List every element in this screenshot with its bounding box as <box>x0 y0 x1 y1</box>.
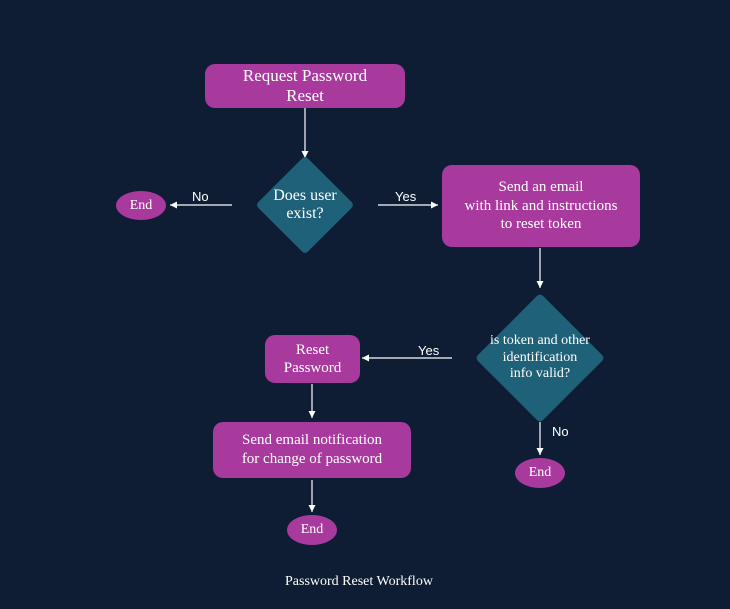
node-text: Request Password Reset <box>223 66 387 106</box>
node-token-valid: is token and other identification info v… <box>494 312 586 404</box>
node-user-exist: Does user exist? <box>270 170 340 240</box>
node-text: Send email notification for change of pa… <box>242 431 382 469</box>
node-text: End <box>301 522 324 538</box>
node-reset-password: Reset Password <box>265 335 360 383</box>
node-send-notification: Send email notification for change of pa… <box>213 422 411 478</box>
node-send-email: Send an email with link and instructions… <box>442 165 640 247</box>
node-text: End <box>529 465 552 481</box>
edge-label-no-1: No <box>192 189 209 204</box>
node-text: is token and other identification info v… <box>490 333 590 383</box>
node-request-reset: Request Password Reset <box>205 64 405 108</box>
edge-label-yes-1: Yes <box>395 189 416 204</box>
node-text: Reset Password <box>284 341 342 377</box>
node-text: Does user exist? <box>273 187 337 224</box>
node-text: End <box>130 198 153 214</box>
edge-label-yes-2: Yes <box>418 343 439 358</box>
node-end-2: End <box>515 458 565 488</box>
node-end-1: End <box>116 191 166 220</box>
diagram-caption: Password Reset Workflow <box>285 574 433 590</box>
node-text: Send an email with link and instructions… <box>465 178 618 234</box>
node-end-3: End <box>287 515 337 545</box>
